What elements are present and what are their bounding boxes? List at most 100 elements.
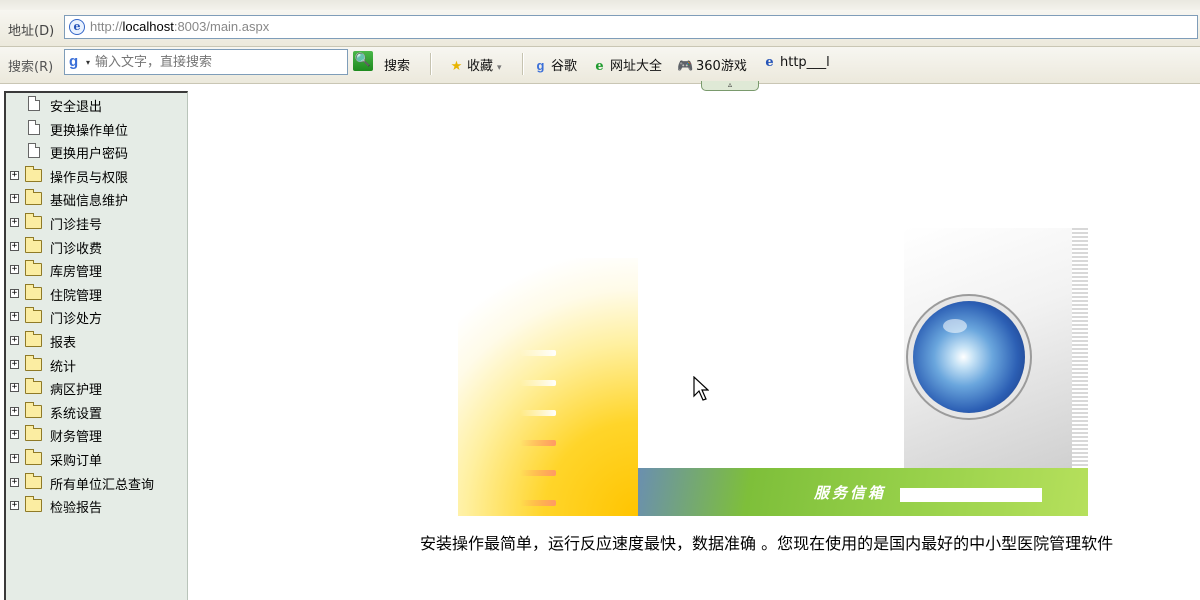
- expand-icon[interactable]: +: [10, 218, 19, 227]
- sidebar-item-label[interactable]: 更换用户密码: [50, 143, 128, 162]
- expand-icon[interactable]: +: [10, 194, 19, 204]
- site-directory-link[interactable]: e 网址大全: [591, 55, 662, 74]
- expand-icon[interactable]: +: [10, 336, 19, 345]
- sidebar-item[interactable]: + 采购订单: [6, 449, 186, 471]
- collapse-toolbar-tab[interactable]: ▵: [701, 81, 759, 91]
- search-icon[interactable]: 🔍: [353, 51, 373, 71]
- slogan-text: 安装操作最简单，运行反应速度最快，数据准确 。您现在使用的是国内最好的中小型医院…: [420, 534, 1114, 553]
- sidebar-item-label[interactable]: 门诊挂号: [50, 214, 102, 233]
- search-input[interactable]: [95, 53, 335, 71]
- star-icon: ★: [450, 59, 463, 74]
- service-mailbox-input[interactable]: [900, 488, 1042, 502]
- folder-icon: [25, 307, 42, 324]
- address-bar: 地址(D) e http://localhost:8003/main.aspx: [0, 10, 1200, 47]
- sidebar-item[interactable]: + 所有单位汇总查询: [6, 472, 186, 495]
- expand-icon[interactable]: +: [10, 265, 19, 275]
- expand-icon[interactable]: +: [10, 312, 19, 322]
- folder-icon: [25, 331, 42, 347]
- search-toolbar: 搜索(R) g ▾ 🔍 搜索 ★收藏▾ g谷歌 e网址大全 🎮360游戏 eht…: [0, 47, 1200, 84]
- expand-icon[interactable]: +: [10, 170, 19, 180]
- folder-icon: [25, 260, 42, 277]
- folder-icon: [25, 401, 42, 418]
- sidebar-item[interactable]: 安全退出: [6, 95, 186, 117]
- sidebar-item[interactable]: + 库房管理: [6, 260, 186, 282]
- sidebar-item-label[interactable]: 库房管理: [50, 261, 102, 280]
- folder-icon: [25, 189, 42, 206]
- sidebar-item-label[interactable]: 门诊处方: [50, 308, 102, 327]
- sidebar-item-label[interactable]: 基础信息维护: [50, 190, 128, 209]
- expand-icon[interactable]: +: [10, 430, 19, 440]
- folder-icon: [25, 236, 42, 253]
- folder-icon: [25, 213, 42, 229]
- ie-page-icon: e: [765, 55, 774, 70]
- gamepad-icon: 🎮: [677, 59, 694, 74]
- sidebar-item-label[interactable]: 所有单位汇总查询: [50, 474, 154, 493]
- sidebar-tree: 安全退出更换操作单位 更换用户密码 + 操作员与权限 + 基础信息维护 + 门诊挂号 + 门诊收费…: [4, 91, 188, 600]
- sidebar-item[interactable]: + 门诊收费: [6, 236, 186, 259]
- folder-icon: [25, 425, 42, 442]
- sidebar-item-label[interactable]: 病区护理: [50, 379, 102, 398]
- mouse-cursor-icon: [693, 376, 709, 401]
- folder-icon: [25, 378, 42, 395]
- games-link[interactable]: 🎮 360游戏: [677, 55, 746, 74]
- sidebar-item-label[interactable]: 安全退出: [50, 96, 102, 115]
- sidebar-item-label[interactable]: 系统设置: [50, 403, 102, 422]
- folder-icon: [25, 449, 42, 465]
- document-icon: [28, 143, 40, 159]
- sidebar-item-label[interactable]: 财务管理: [50, 426, 102, 445]
- expand-icon[interactable]: +: [10, 406, 19, 416]
- sidebar-item[interactable]: + 基础信息维护: [6, 189, 186, 211]
- google-icon[interactable]: g: [69, 54, 85, 70]
- google-link[interactable]: g 谷歌: [532, 55, 578, 74]
- folder-icon: [25, 165, 42, 182]
- expand-icon[interactable]: +: [10, 477, 19, 487]
- sidebar-item[interactable]: 更换用户密码: [6, 142, 186, 164]
- sidebar-item-label[interactable]: 统计: [50, 356, 76, 375]
- sidebar-item[interactable]: + 财务管理: [6, 425, 186, 447]
- sidebar-item-label[interactable]: 更换操作单位: [50, 120, 128, 139]
- expand-icon[interactable]: +: [10, 383, 19, 393]
- sidebar-item[interactable]: + 操作员与权限: [6, 165, 186, 188]
- expand-icon[interactable]: +: [10, 241, 19, 251]
- sidebar-item[interactable]: + 病区护理: [6, 378, 186, 400]
- expand-icon[interactable]: +: [10, 288, 19, 298]
- globe-icon: [913, 301, 1025, 413]
- document-icon: [28, 119, 40, 135]
- toolbar-separator: [430, 53, 432, 75]
- welcome-banner: 服务信箱: [458, 228, 1088, 516]
- expand-icon[interactable]: +: [10, 501, 19, 511]
- chevron-down-icon[interactable]: ▾: [497, 63, 502, 73]
- sidebar-item[interactable]: + 门诊挂号: [6, 213, 186, 235]
- sidebar-item-label[interactable]: 报表: [50, 332, 76, 351]
- google-icon: g: [536, 58, 545, 73]
- sidebar-item[interactable]: + 统计: [6, 354, 186, 377]
- favorites-button[interactable]: ★ 收藏 ▾: [448, 55, 502, 74]
- chevron-down-icon[interactable]: ▾: [86, 58, 90, 67]
- sidebar-item-label[interactable]: 操作员与权限: [50, 167, 128, 186]
- sidebar-item[interactable]: 更换操作单位: [6, 119, 186, 141]
- page-link[interactable]: e http___l: [761, 55, 829, 70]
- address-label: 地址(D): [8, 24, 55, 39]
- sidebar-item[interactable]: + 报表: [6, 331, 186, 353]
- address-field[interactable]: e http://localhost:8003/main.aspx: [64, 15, 1198, 39]
- folder-icon: [25, 283, 42, 300]
- sidebar-item[interactable]: + 系统设置: [6, 401, 186, 424]
- sidebar-item[interactable]: + 检验报告: [6, 496, 186, 518]
- service-mailbox-label[interactable]: 服务信箱: [814, 482, 886, 503]
- folder-icon: [25, 496, 42, 513]
- document-icon: [28, 96, 40, 111]
- sidebar-item-label[interactable]: 门诊收费: [50, 238, 102, 257]
- sidebar-item[interactable]: + 住院管理: [6, 283, 186, 306]
- sidebar-item-label[interactable]: 住院管理: [50, 285, 102, 304]
- sidebar-item-label[interactable]: 采购订单: [50, 450, 102, 469]
- sidebar-item[interactable]: + 门诊处方: [6, 307, 186, 329]
- search-button[interactable]: 搜索: [384, 55, 410, 74]
- expand-icon[interactable]: +: [10, 454, 19, 463]
- address-url[interactable]: http://localhost:8003/main.aspx: [90, 19, 269, 34]
- folder-icon: [25, 472, 42, 489]
- expand-icon[interactable]: +: [10, 359, 19, 369]
- folder-icon: [25, 354, 42, 371]
- toolbar-separator: [522, 53, 524, 75]
- search-field[interactable]: g ▾: [64, 49, 348, 75]
- sidebar-item-label[interactable]: 检验报告: [50, 497, 102, 516]
